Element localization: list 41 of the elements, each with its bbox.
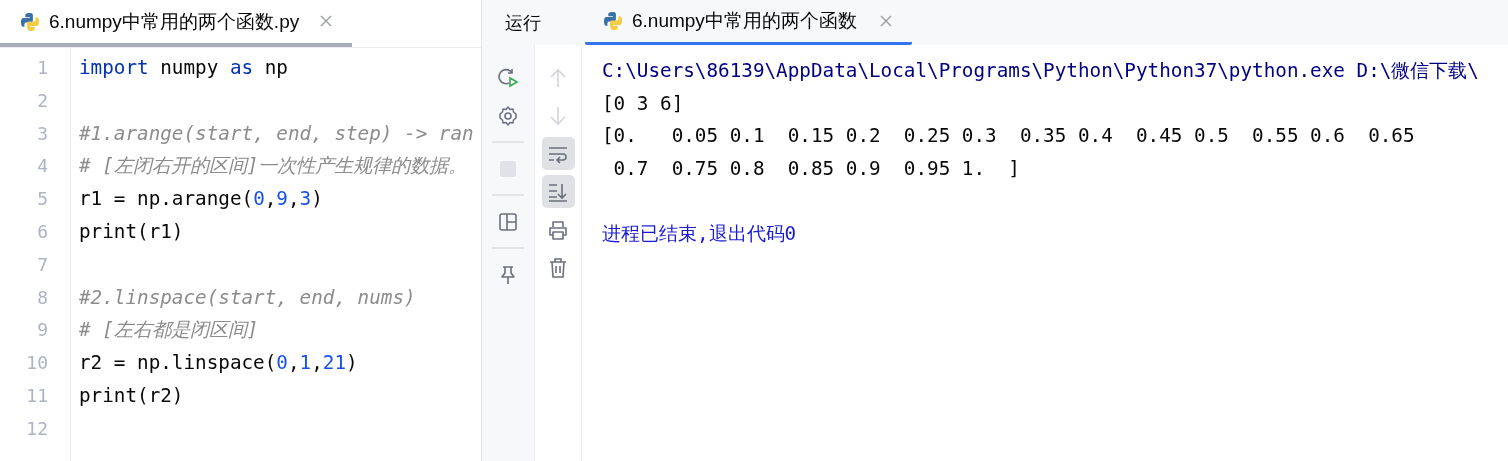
line-number: 6 [37, 221, 48, 242]
line-number: 10 [26, 352, 48, 374]
code-line: #1.arange(start, end, step) -> ran [79, 121, 474, 145]
close-icon[interactable] [879, 15, 892, 27]
output-line: 0.7 0.75 0.8 0.85 0.9 0.95 1. ] [612, 156, 1020, 180]
line-number: 2 [37, 89, 48, 111]
code-line: r1 = np.arange(0,9,3) [79, 187, 323, 211]
python-icon [20, 11, 40, 32]
line-number: 7 [37, 253, 48, 275]
line-number: 1 [37, 57, 48, 78]
command-line: C:\Users\86139\AppData\Local\Programs\Python\Python37\python.exe D:\微信下载\ [602, 59, 1479, 82]
trash-icon [547, 256, 569, 279]
line-number: 11 [26, 384, 48, 406]
code-line: r2 = np.linspace(0,1,21) [79, 351, 358, 375]
rerun-icon [497, 66, 519, 89]
line-number: 3 [37, 122, 48, 144]
printer-icon [547, 218, 569, 241]
down-arrow-icon [547, 104, 569, 127]
scroll-to-end-button[interactable] [541, 175, 575, 208]
line-number: 5 [37, 188, 48, 210]
line-number: 8 [37, 286, 48, 308]
panel-title: 运行 [505, 11, 541, 35]
exit-message: 进程已结束,退出代码0 [602, 221, 797, 245]
layout-icon [497, 210, 519, 233]
code-line: # [左闭右开的区间]一次性产生规律的数据。 [79, 154, 468, 178]
output-line: [0 3 6] [602, 91, 684, 115]
code-line: print(r2) [79, 383, 184, 407]
line-number: 9 [37, 319, 48, 341]
output-line: [0. 0.05 0.1 0.15 0.2 0.25 0.3 0.35 0.4 0.45 0.5 0.55 0.6 0.65 [602, 124, 1415, 148]
run-tab[interactable]: 6.numpy中常用的两个函数 [585, 0, 912, 45]
code-line: print(r1) [79, 220, 184, 243]
line-number: 4 [37, 155, 48, 177]
code-line: import numpy as np [79, 56, 288, 79]
settings-icon [497, 104, 519, 127]
editor-tab[interactable]: 6.numpy中常用的两个函数.py [0, 0, 352, 47]
soft-wrap-button[interactable] [541, 137, 575, 170]
code-line: # [左右都是闭区间] [79, 318, 259, 342]
close-icon[interactable] [320, 15, 333, 27]
code-line: #2.linspace(start, end, nums) [79, 285, 416, 309]
python-icon [603, 11, 623, 31]
line-number: 12 [26, 417, 48, 439]
